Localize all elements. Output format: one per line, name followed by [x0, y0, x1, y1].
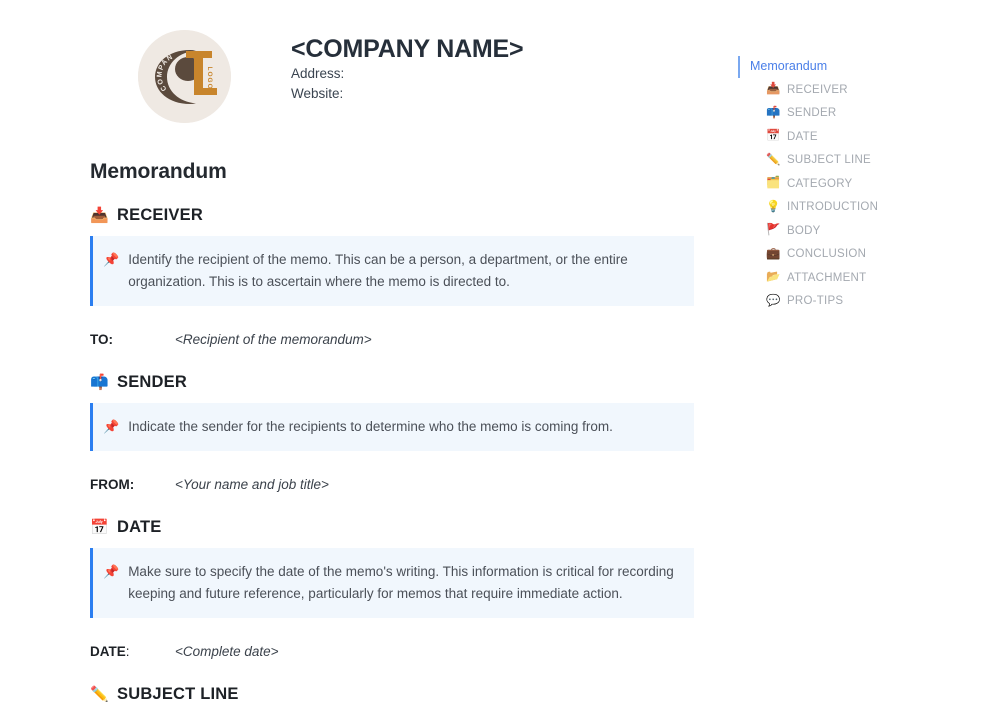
callout-text: Make sure to specify the date of the mem…	[128, 564, 674, 601]
section-heading-label: RECEIVER	[117, 206, 203, 224]
field-label-date-text: DATE	[90, 644, 126, 659]
card-index-dividers-icon: 🗂️	[766, 177, 781, 189]
outline-item-label: DATE	[787, 130, 818, 143]
field-label-date-colon: :	[125, 644, 130, 659]
outline-item-date[interactable]: 📅 DATE	[738, 125, 958, 149]
speech-balloon-icon: 💬	[766, 294, 781, 307]
section-heading-label: SENDER	[117, 373, 187, 391]
field-label-to: TO:	[90, 332, 113, 347]
section-receiver: 📥 RECEIVER 📌 Identify the recipient of t…	[90, 206, 700, 347]
outline-item-label: Memorandum	[750, 59, 828, 73]
calendar-icon: 📅	[90, 519, 109, 536]
outline-item-label: SUBJECT LINE	[787, 154, 871, 167]
outline-item-body[interactable]: 🚩 BODY	[738, 219, 958, 243]
field-value-from[interactable]: <Your name and job title>	[175, 477, 329, 492]
outline-item-label: CONCLUSION	[787, 248, 867, 261]
outline-item-label: INTRODUCTION	[787, 201, 879, 214]
field-row-date[interactable]: DATE: <Complete date>	[90, 644, 700, 659]
section-heading-label: SUBJECT LINE	[117, 685, 239, 702]
outline-item-label: SENDER	[787, 107, 837, 120]
outline-item-label: CATEGORY	[787, 177, 853, 190]
light-bulb-icon: 💡	[766, 200, 781, 213]
outline-item-conclusion[interactable]: 💼 CONCLUSION	[738, 243, 958, 267]
section-subject-line: ✏️ SUBJECT LINE	[90, 685, 700, 702]
company-logo: COMPANY LOGO	[138, 30, 231, 123]
pencil-icon: ✏️	[766, 153, 781, 166]
mailbox-icon: 📫	[90, 374, 109, 391]
flag-icon: 🚩	[766, 224, 781, 236]
field-value-date[interactable]: <Complete date>	[175, 644, 279, 659]
document-canvas: COMPANY LOGO <COMPANY NAME> Address: Web…	[0, 0, 720, 702]
mailbox-icon: 📫	[766, 106, 781, 119]
section-date: 📅 DATE 📌 Make sure to specify the date o…	[90, 518, 700, 659]
section-heading-receiver: 📥 RECEIVER	[90, 206, 700, 225]
outline-item-introduction[interactable]: 💡 INTRODUCTION	[738, 196, 958, 220]
outline-item-label: ATTACHMENT	[787, 271, 867, 284]
section-heading-label: DATE	[117, 518, 162, 536]
field-row-to[interactable]: TO: <Recipient of the memorandum>	[90, 332, 700, 347]
section-heading-sender: 📫 SENDER	[90, 373, 700, 392]
company-website-label: Website:	[291, 85, 344, 101]
document-outline-nav[interactable]: Memorandum 📥 RECEIVER 📫 SENDER 📅 DATE ✏️…	[738, 56, 958, 313]
open-folder-icon: 📂	[766, 271, 781, 283]
document-body: Memorandum 📥 RECEIVER 📌 Identify the rec…	[90, 160, 700, 702]
pushpin-icon: 📌	[103, 564, 120, 579]
outline-item-label: RECEIVER	[787, 83, 848, 96]
page-title: Memorandum	[90, 160, 227, 183]
field-row-from[interactable]: FROM: <Your name and job title>	[90, 477, 700, 492]
outline-item-label: PRO-TIPS	[787, 295, 844, 308]
outline-item-subject-line[interactable]: ✏️ SUBJECT LINE	[738, 149, 958, 173]
calendar-icon: 📅	[766, 130, 781, 142]
field-label-date: DATE:	[90, 644, 175, 659]
company-name: <COMPANY NAME>	[291, 35, 524, 63]
callout-date: 📌 Make sure to specify the date of the m…	[90, 548, 694, 618]
document-header: COMPANY LOGO <COMPANY NAME> Address: Web…	[0, 0, 720, 135]
section-heading-date: 📅 DATE	[90, 518, 700, 537]
outline-item-label: BODY	[787, 224, 821, 237]
callout-text: Indicate the sender for the recipients t…	[128, 419, 613, 434]
callout-text: Identify the recipient of the memo. This…	[128, 252, 628, 289]
field-label-from: FROM:	[90, 477, 135, 492]
callout-sender: 📌 Indicate the sender for the recipients…	[90, 403, 694, 451]
callout-receiver: 📌 Identify the recipient of the memo. Th…	[90, 236, 694, 306]
section-sender: 📫 SENDER 📌 Indicate the sender for the r…	[90, 373, 700, 492]
pencil-icon: ✏️	[90, 686, 109, 702]
inbox-tray-icon: 📥	[766, 83, 781, 95]
briefcase-icon: 💼	[766, 247, 781, 260]
outline-item-category[interactable]: 🗂️ CATEGORY	[738, 172, 958, 196]
section-heading-subject-line: ✏️ SUBJECT LINE	[90, 685, 700, 702]
inbox-tray-icon: 📥	[90, 207, 109, 224]
outline-item-attachment[interactable]: 📂 ATTACHMENT	[738, 266, 958, 290]
svg-text:LOGO: LOGO	[206, 66, 213, 89]
pushpin-icon: 📌	[103, 252, 120, 267]
outline-item-receiver[interactable]: 📥 RECEIVER	[738, 78, 958, 102]
field-value-to[interactable]: <Recipient of the memorandum>	[175, 332, 372, 347]
outline-item-pro-tips[interactable]: 💬 PRO-TIPS	[738, 290, 958, 314]
outline-item-sender[interactable]: 📫 SENDER	[738, 102, 958, 126]
pushpin-icon: 📌	[103, 419, 120, 434]
outline-item-memorandum[interactable]: Memorandum	[738, 56, 958, 78]
company-address-label: Address:	[291, 66, 345, 81]
company-identity: <COMPANY NAME> Address: Website:	[291, 34, 524, 103]
